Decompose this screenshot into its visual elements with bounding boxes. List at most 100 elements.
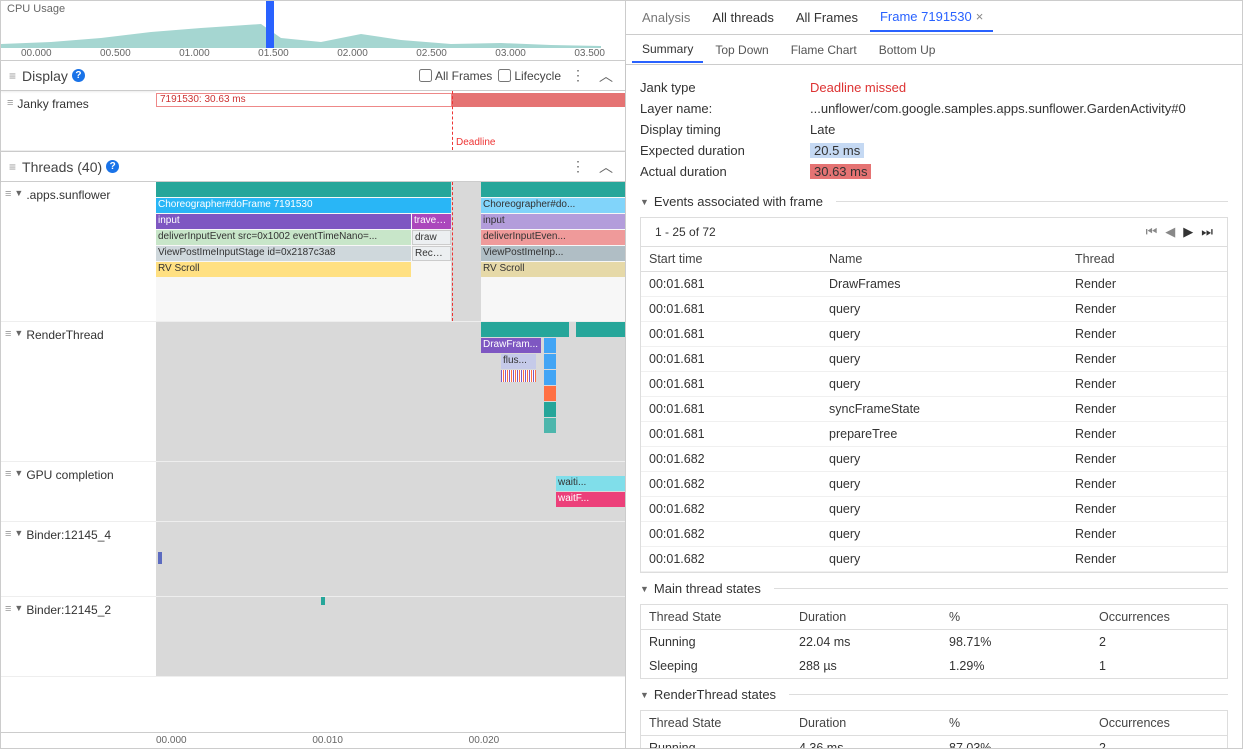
- flame-bar[interactable]: [156, 182, 451, 197]
- table-row[interactable]: 00:01.682queryRender: [641, 497, 1227, 522]
- col-header[interactable]: Duration: [791, 711, 941, 735]
- thread-track[interactable]: [156, 522, 625, 596]
- table-row[interactable]: 00:01.682queryRender: [641, 472, 1227, 497]
- subtab-bottomup[interactable]: Bottom Up: [869, 38, 946, 62]
- close-icon[interactable]: ×: [976, 9, 984, 24]
- col-header[interactable]: Occurrences: [1091, 605, 1227, 629]
- col-header[interactable]: Start time: [641, 247, 821, 271]
- page-next-icon[interactable]: ▶: [1183, 224, 1193, 240]
- flame-bar[interactable]: Choreographer#do...: [481, 198, 625, 213]
- flame-bar[interactable]: [544, 354, 556, 369]
- flame-bar[interactable]: [158, 552, 162, 564]
- flame-bar[interactable]: Choreographer#doFrame 7191530: [156, 198, 451, 213]
- janky-frames-track[interactable]: 7191530: 30.63 ms Deadline: [156, 91, 625, 150]
- col-header[interactable]: Thread: [1067, 247, 1227, 271]
- col-header[interactable]: Thread State: [641, 711, 791, 735]
- flame-bar[interactable]: [501, 370, 536, 382]
- drag-icon[interactable]: ≡: [5, 528, 11, 540]
- flame-bar[interactable]: [321, 597, 325, 605]
- table-row[interactable]: 00:01.681queryRender: [641, 347, 1227, 372]
- drag-icon[interactable]: ≡: [5, 188, 11, 200]
- flame-bar[interactable]: deliverInputEvent src=0x1002 eventTimeNa…: [156, 230, 411, 245]
- flame-bar[interactable]: deliverInputEven...: [481, 230, 625, 245]
- summary-scroll[interactable]: Jank typeDeadline missed Layer name:...u…: [626, 65, 1242, 748]
- flame-bar[interactable]: traversal: [412, 214, 451, 229]
- col-header[interactable]: Thread State: [641, 605, 791, 629]
- table-row[interactable]: 00:01.681queryRender: [641, 322, 1227, 347]
- collapse-icon[interactable]: ︿: [595, 64, 617, 88]
- col-header[interactable]: %: [941, 605, 1091, 629]
- flame-bar[interactable]: [544, 370, 556, 385]
- table-row[interactable]: 00:01.681queryRender: [641, 297, 1227, 322]
- col-header[interactable]: Occurrences: [1091, 711, 1227, 735]
- table-row[interactable]: 00:01.681DrawFramesRender: [641, 272, 1227, 297]
- chevron-down-icon[interactable]: ▼: [14, 528, 23, 538]
- table-row[interactable]: 00:01.681prepareTreeRender: [641, 422, 1227, 447]
- flame-bar[interactable]: [544, 338, 556, 353]
- flame-bar[interactable]: [544, 386, 556, 401]
- events-header[interactable]: ▼ Events associated with frame: [626, 186, 1242, 213]
- render-states-header[interactable]: ▼ RenderThread states: [626, 679, 1242, 706]
- drag-icon[interactable]: ≡: [5, 468, 11, 480]
- tab-all-threads[interactable]: All threads: [702, 4, 783, 31]
- flame-bar[interactable]: waiti...: [556, 476, 625, 491]
- frame-bar-good[interactable]: 7191530: 30.63 ms: [156, 93, 452, 107]
- help-icon[interactable]: ?: [106, 160, 119, 173]
- flame-bar[interactable]: draw: [412, 230, 451, 245]
- more-icon[interactable]: ⋮: [567, 65, 589, 86]
- table-row[interactable]: 00:01.682queryRender: [641, 522, 1227, 547]
- col-header[interactable]: Duration: [791, 605, 941, 629]
- tab-analysis[interactable]: Analysis: [632, 4, 700, 31]
- flame-bar[interactable]: DrawFram...: [481, 338, 541, 353]
- thread-track[interactable]: waiti... waitF...: [156, 462, 625, 521]
- main-states-header[interactable]: ▼ Main thread states: [626, 573, 1242, 600]
- frame-bar-bad[interactable]: [452, 93, 625, 107]
- tab-all-frames[interactable]: All Frames: [786, 4, 868, 31]
- flame-bar[interactable]: [544, 402, 556, 417]
- table-row[interactable]: 00:01.682queryRender: [641, 547, 1227, 572]
- subtab-topdown[interactable]: Top Down: [705, 38, 778, 62]
- col-header[interactable]: %: [941, 711, 1091, 735]
- drag-icon[interactable]: ≡: [9, 160, 16, 174]
- chevron-down-icon[interactable]: ▼: [14, 328, 23, 338]
- more-icon[interactable]: ⋮: [567, 156, 589, 177]
- lifecycle-checkbox[interactable]: Lifecycle: [498, 69, 561, 83]
- page-prev-icon[interactable]: ◀: [1165, 224, 1175, 240]
- flame-bar[interactable]: [481, 322, 569, 337]
- flame-bar[interactable]: ViewPostImeInputStage id=0x2187c3a8: [156, 246, 411, 261]
- chevron-down-icon[interactable]: ▼: [14, 603, 23, 613]
- flame-bar[interactable]: ViewPostImeInp...: [481, 246, 625, 261]
- flame-bar[interactable]: input: [156, 214, 411, 229]
- drag-icon[interactable]: ≡: [7, 97, 13, 109]
- flame-bar[interactable]: Record ...: [412, 246, 451, 261]
- table-row[interactable]: Running4.36 ms87.03%2: [641, 736, 1227, 748]
- table-row[interactable]: 00:01.681queryRender: [641, 372, 1227, 397]
- table-row[interactable]: Running22.04 ms98.71%2: [641, 630, 1227, 654]
- page-first-icon[interactable]: ⏮: [1146, 224, 1158, 240]
- collapse-icon[interactable]: ︿: [595, 155, 617, 179]
- flame-bar[interactable]: [576, 322, 625, 337]
- thread-track[interactable]: Choreographer#doFrame 7191530 input trav…: [156, 182, 625, 321]
- col-header[interactable]: Name: [821, 247, 1067, 271]
- all-frames-checkbox[interactable]: All Frames: [419, 69, 492, 83]
- table-row[interactable]: 00:01.681syncFrameStateRender: [641, 397, 1227, 422]
- subtab-flamechart[interactable]: Flame Chart: [781, 38, 867, 62]
- tab-frame[interactable]: Frame 7191530 ×: [870, 3, 993, 32]
- flame-bar[interactable]: RV Scroll: [156, 262, 411, 277]
- thread-track[interactable]: DrawFram... flus...: [156, 322, 625, 461]
- flame-bar[interactable]: [481, 182, 625, 197]
- table-row[interactable]: 00:01.682queryRender: [641, 447, 1227, 472]
- help-icon[interactable]: ?: [72, 69, 85, 82]
- table-row[interactable]: Sleeping288 µs1.29%1: [641, 654, 1227, 678]
- cpu-usage-strip[interactable]: CPU Usage 00.00000.500 01.00001.500 02.0…: [1, 1, 625, 61]
- flame-bar[interactable]: waitF...: [556, 492, 625, 507]
- flame-bar[interactable]: flus...: [501, 354, 536, 369]
- page-last-icon[interactable]: ⏭: [1201, 224, 1213, 240]
- drag-icon[interactable]: ≡: [5, 328, 11, 340]
- chevron-down-icon[interactable]: ▼: [14, 468, 23, 478]
- drag-icon[interactable]: ≡: [9, 69, 16, 83]
- chevron-down-icon[interactable]: ▼: [14, 188, 23, 198]
- subtab-summary[interactable]: Summary: [632, 37, 703, 63]
- flame-bar[interactable]: RV Scroll: [481, 262, 625, 277]
- flame-bar[interactable]: input: [481, 214, 625, 229]
